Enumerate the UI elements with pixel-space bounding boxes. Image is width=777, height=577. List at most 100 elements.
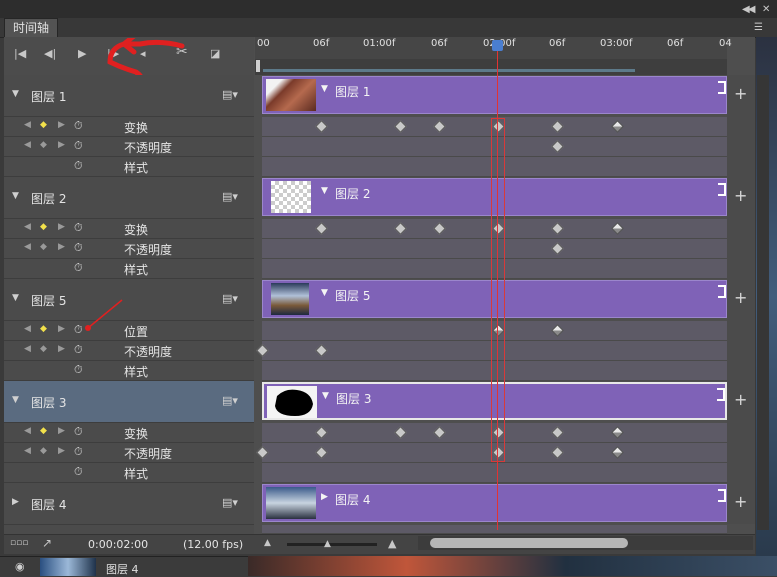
stopwatch-icon[interactable]: ⏱ xyxy=(74,139,83,153)
current-timecode[interactable]: 0:00:02:00 xyxy=(88,538,148,551)
stopwatch-icon[interactable]: ⏱ xyxy=(74,363,83,377)
stopwatch-icon[interactable]: ⏱ xyxy=(74,261,83,275)
prev-keyframe-icon[interactable]: ◀ xyxy=(24,324,31,334)
clip-expand-icon[interactable]: ▼ xyxy=(321,186,328,196)
add-media-button[interactable]: + xyxy=(734,390,747,409)
add-keyframe-icon[interactable]: ◆ xyxy=(40,222,47,232)
prev-keyframe-icon[interactable]: ◀ xyxy=(24,446,31,456)
film-strip-icon[interactable]: ▤▾ xyxy=(222,88,238,101)
prev-keyframe-icon[interactable]: ◀ xyxy=(24,120,31,130)
property-row[interactable]: ◀ ◆ ▶ ⏱ 不透明度 xyxy=(4,137,254,157)
property-row[interactable]: ⏱ 样式 xyxy=(4,361,254,381)
film-strip-icon[interactable]: ▤▾ xyxy=(222,292,238,305)
property-row[interactable]: ◀ ◆ ▶ ⏱ 变换 xyxy=(4,117,254,137)
add-keyframe-icon[interactable]: ◆ xyxy=(40,242,47,252)
layer-row-2[interactable]: ▼ 图层 2 ▤▾ xyxy=(4,177,254,219)
prev-keyframe-icon[interactable]: ◀ xyxy=(24,140,31,150)
prev-keyframe-icon[interactable]: ◀ xyxy=(24,426,31,436)
add-media-button[interactable]: + xyxy=(734,84,747,103)
zoom-out-icon[interactable]: ▲ xyxy=(264,538,271,548)
expand-triangle-icon[interactable]: ▼ xyxy=(12,89,19,99)
next-keyframe-icon[interactable]: ▶ xyxy=(58,426,65,436)
next-keyframe-icon[interactable]: ▶ xyxy=(58,120,65,130)
add-keyframe-icon[interactable]: ◆ xyxy=(40,140,47,150)
next-keyframe-icon[interactable]: ▶ xyxy=(58,222,65,232)
layer-row-3[interactable]: ▼ 图层 3 ▤▾ xyxy=(4,381,254,423)
work-area-range[interactable] xyxy=(263,69,635,72)
property-row[interactable]: ◀ ◆ ▶ ⏱ 不透明度 xyxy=(4,341,254,361)
add-media-button[interactable]: + xyxy=(734,492,747,511)
add-media-button[interactable]: + xyxy=(734,288,747,307)
prev-frame-icon[interactable]: ◀| xyxy=(44,47,56,60)
layer-row-4[interactable]: ▶ 图层 4 ▤▾ xyxy=(4,483,254,525)
film-strip-icon[interactable]: ▤▾ xyxy=(222,190,238,203)
playhead-line[interactable] xyxy=(497,44,498,530)
clip-expand-icon[interactable]: ▼ xyxy=(321,84,328,94)
film-strip-icon[interactable]: ▤▾ xyxy=(222,496,238,509)
stopwatch-icon[interactable]: ⏱ xyxy=(74,119,83,133)
clip-end-handle[interactable] xyxy=(718,285,726,298)
clip-expand-icon[interactable]: ▶ xyxy=(321,492,328,502)
next-keyframe-icon[interactable]: ▶ xyxy=(58,324,65,334)
add-keyframe-icon[interactable]: ◆ xyxy=(40,324,47,334)
zoom-in-icon[interactable]: ▲ xyxy=(388,537,396,550)
time-ruler[interactable]: 00 06f 01:00f 06f 02:00f 06f 03:00f 06f … xyxy=(255,37,732,60)
property-row[interactable]: ⏱ 样式 xyxy=(4,259,254,279)
prev-keyframe-icon[interactable]: ◀ xyxy=(24,222,31,232)
stopwatch-icon[interactable]: ⏱ xyxy=(74,241,83,255)
stopwatch-icon[interactable]: ⏱ xyxy=(74,343,83,357)
zoom-slider-thumb[interactable]: ▲ xyxy=(324,539,331,549)
layer-row-5[interactable]: ▼ 图层 5 ▤▾ xyxy=(4,279,254,321)
stopwatch-icon[interactable]: ⏱ xyxy=(74,159,83,173)
stopwatch-icon[interactable]: ⏱ xyxy=(74,221,83,235)
clip-layer-1[interactable]: ▼ 图层 1 xyxy=(262,76,727,114)
add-keyframe-icon[interactable]: ◆ xyxy=(40,344,47,354)
horizontal-scroll-thumb[interactable] xyxy=(430,538,628,548)
expand-triangle-icon[interactable]: ▼ xyxy=(12,293,19,303)
next-keyframe-icon[interactable]: ▶ xyxy=(58,140,65,150)
prev-keyframe-icon[interactable]: ◀ xyxy=(24,242,31,252)
stopwatch-icon[interactable]: ⏱ xyxy=(74,425,83,439)
play-icon[interactable]: ▶ xyxy=(78,47,86,60)
stopwatch-icon[interactable]: ⏱ xyxy=(74,465,83,479)
add-keyframe-icon[interactable]: ◆ xyxy=(40,120,47,130)
frame-animation-icon[interactable]: ▫▫▫ xyxy=(10,538,28,548)
work-area-bar[interactable] xyxy=(255,59,727,75)
stopwatch-icon[interactable]: ⏱ xyxy=(74,445,83,459)
property-row[interactable]: ◀ ◆ ▶ ⏱ 变换 xyxy=(4,423,254,443)
clip-layer-4[interactable]: ▶ 图层 4 xyxy=(262,484,727,522)
first-frame-icon[interactable]: |◀ xyxy=(14,47,26,60)
render-video-icon[interactable]: ↗ xyxy=(42,536,52,550)
add-keyframe-icon[interactable]: ◆ xyxy=(40,446,47,456)
vertical-scrollbar[interactable] xyxy=(757,75,769,530)
clip-expand-icon[interactable]: ▼ xyxy=(322,391,329,401)
property-row[interactable]: ⏱ 样式 xyxy=(4,157,254,177)
layer-row-1[interactable]: ▼ 图层 1 ▤▾ xyxy=(4,75,254,117)
close-icon[interactable]: ✕ xyxy=(762,4,770,15)
zoom-slider-track[interactable] xyxy=(287,543,377,546)
next-keyframe-icon[interactable]: ▶ xyxy=(58,446,65,456)
transition-icon[interactable]: ◪ xyxy=(210,47,220,60)
film-strip-icon[interactable]: ▤▾ xyxy=(222,394,238,407)
property-row[interactable]: ◀ ◆ ▶ ⏱ 不透明度 xyxy=(4,443,254,463)
property-row[interactable]: ◀ ◆ ▶ ⏱ 不透明度 xyxy=(4,239,254,259)
clip-expand-icon[interactable]: ▼ xyxy=(321,288,328,298)
clip-end-handle[interactable] xyxy=(717,388,725,401)
expand-triangle-icon[interactable]: ▶ xyxy=(12,497,19,507)
tab-timeline[interactable]: 时间轴 xyxy=(4,18,58,37)
clip-end-handle[interactable] xyxy=(718,81,726,94)
prev-keyframe-icon[interactable]: ◀ xyxy=(24,344,31,354)
add-media-button[interactable]: + xyxy=(734,186,747,205)
clip-end-handle[interactable] xyxy=(718,489,726,502)
eye-icon[interactable]: ◉ xyxy=(15,560,25,573)
double-chevron-icon[interactable]: ◀◀ xyxy=(742,4,755,15)
panel-menu-icon[interactable]: ☰ xyxy=(754,22,763,33)
add-keyframe-icon[interactable]: ◆ xyxy=(40,426,47,436)
expand-triangle-icon[interactable]: ▼ xyxy=(12,395,19,405)
property-row[interactable]: ⏱ 样式 xyxy=(4,463,254,483)
clip-end-handle[interactable] xyxy=(718,183,726,196)
next-keyframe-icon[interactable]: ▶ xyxy=(58,344,65,354)
property-row[interactable]: ◀ ◆ ▶ ⏱ 位置 xyxy=(4,321,254,341)
work-area-start-handle[interactable] xyxy=(256,60,260,72)
keyframe-track[interactable] xyxy=(262,463,727,483)
